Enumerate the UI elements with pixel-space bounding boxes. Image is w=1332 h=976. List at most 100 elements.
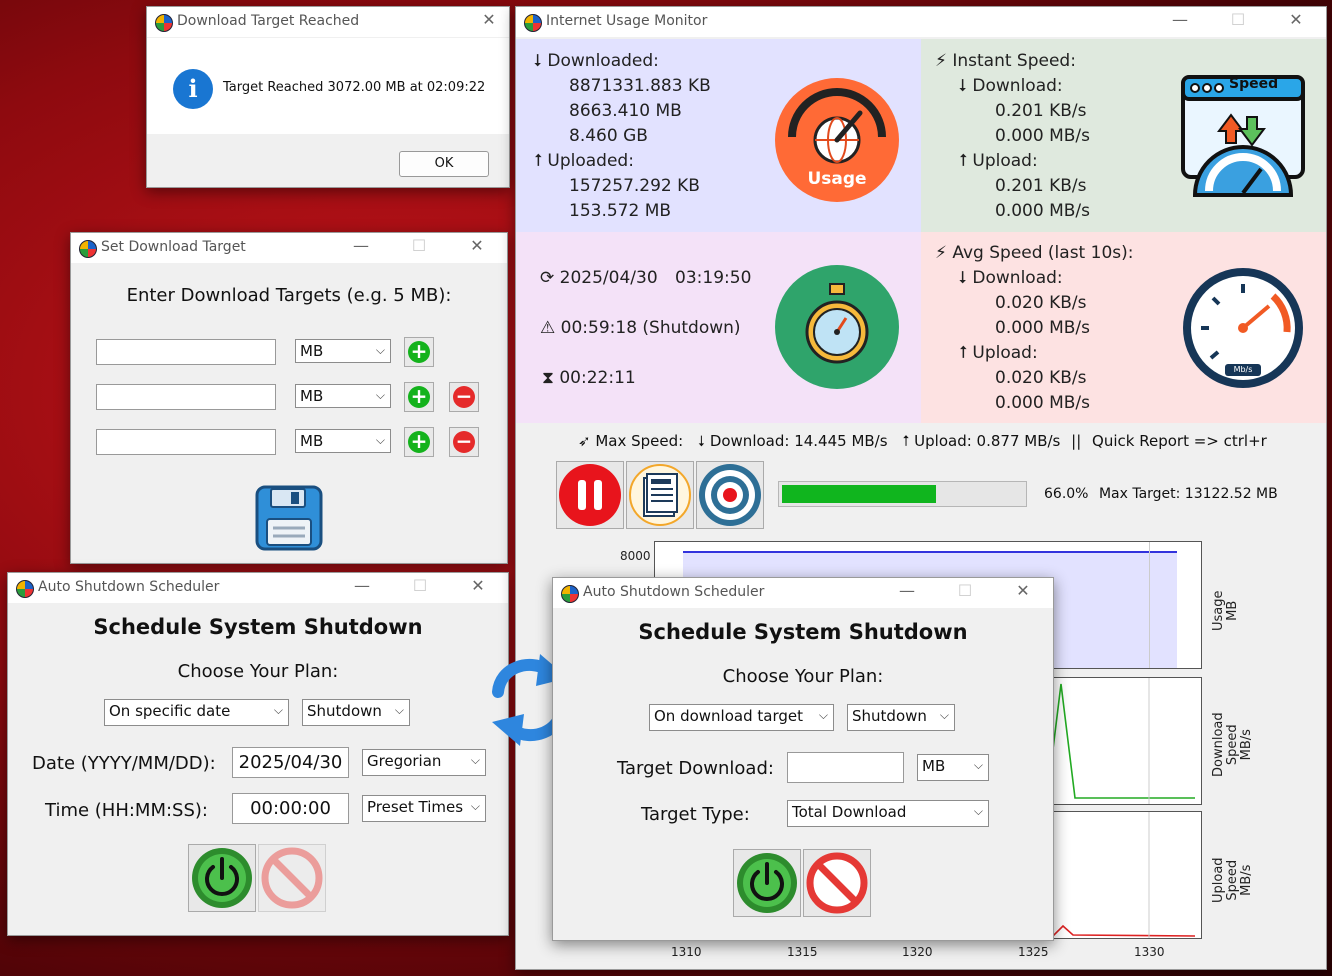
pause-button[interactable] — [556, 461, 624, 529]
plan-select[interactable]: On specific date ⌵ — [104, 699, 289, 726]
chevron-down-icon: ⌵ — [973, 758, 983, 772]
maximize-icon[interactable]: ☐ — [955, 581, 975, 600]
app-icon — [561, 585, 579, 603]
download-axis-line3: MB/s — [1239, 729, 1254, 761]
add-target-button-2[interactable]: + — [404, 382, 434, 412]
window-title: Auto Shutdown Scheduler — [583, 584, 765, 600]
minimize-icon[interactable]: — — [352, 576, 372, 595]
minus-icon: − — [453, 431, 475, 453]
instant-upload-kb: 0.201 KB/s — [995, 176, 1087, 196]
target-icon — [699, 464, 761, 526]
target-input-3[interactable] — [96, 429, 276, 455]
max-target: Max Target: 13122.52 MB — [1098, 486, 1278, 502]
calendar-select[interactable]: Gregorian ⌵ — [362, 749, 486, 776]
download-axis-label: Download Speed MB/s — [1211, 712, 1254, 777]
plan-select[interactable]: On download target ⌵ — [649, 704, 834, 731]
scheduler-window-right: Auto Shutdown Scheduler — ☐ ✕ Schedule S… — [552, 577, 1054, 941]
cancel-shutdown-button[interactable] — [803, 849, 871, 917]
start-shutdown-button[interactable] — [733, 849, 801, 917]
app-icon — [524, 14, 542, 32]
calendar-value: Gregorian — [367, 752, 442, 770]
close-icon[interactable]: ✕ — [479, 10, 499, 29]
plan-value: On download target — [654, 707, 803, 725]
add-target-button-1[interactable]: + — [404, 337, 434, 367]
upload-axis-label: Upload Speed MB/s — [1211, 857, 1254, 903]
x-tick: 1330 — [1134, 945, 1165, 959]
minimize-icon[interactable]: — — [897, 581, 917, 600]
avg-heading: ⚡ Avg Speed (last 10s): — [935, 243, 1133, 263]
minimize-icon[interactable]: — — [1170, 10, 1190, 29]
title-bar[interactable]: Internet Usage Monitor — ☐ ✕ — [516, 7, 1326, 37]
time-input[interactable]: 00:00:00 — [232, 793, 349, 824]
chevron-down-icon: ⌵ — [375, 343, 385, 357]
close-icon[interactable]: ✕ — [1013, 581, 1033, 600]
avg-upload-heading: ⭡ Upload: — [959, 343, 1038, 363]
shutdown-countdown: ⚠ 00:59:18 (Shutdown) — [540, 318, 741, 338]
action-select[interactable]: Shutdown ⌵ — [302, 699, 410, 726]
power-icon — [737, 853, 797, 913]
close-icon[interactable]: ✕ — [1286, 10, 1306, 29]
app-icon — [155, 14, 173, 32]
downloaded-label: Downloaded: — [547, 51, 659, 71]
target-type-select[interactable]: Total Download ⌵ — [787, 800, 989, 827]
set-target-window: Set Download Target — ☐ ✕ Enter Download… — [70, 232, 508, 564]
plan-label: Choose Your Plan: — [177, 661, 339, 682]
add-target-button-3[interactable]: + — [404, 427, 434, 457]
remove-target-button-3[interactable]: − — [449, 427, 479, 457]
window-title: Set Download Target — [101, 239, 246, 255]
save-button[interactable] — [255, 485, 323, 551]
current-time: 03:19:50 — [675, 268, 752, 288]
maximize-icon[interactable]: ☐ — [409, 236, 429, 255]
x-tick: 1310 — [671, 945, 702, 959]
start-shutdown-button[interactable] — [188, 844, 256, 912]
preset-select[interactable]: Preset Times ⌵ — [362, 795, 486, 822]
info-icon: i — [173, 69, 213, 109]
time-label: Time (HH:MM:SS): — [45, 800, 208, 821]
chevron-down-icon: ⌵ — [939, 708, 949, 722]
minimize-icon[interactable]: — — [351, 236, 371, 255]
instant-upload-mb: 0.000 MB/s — [995, 201, 1090, 221]
target-unit-select[interactable]: MB ⌵ — [917, 754, 989, 781]
date-input[interactable]: 2025/04/30 — [232, 747, 349, 778]
unit-select-2[interactable]: MB ⌵ — [295, 384, 391, 408]
unit-select-1[interactable]: MB ⌵ — [295, 339, 391, 363]
close-icon[interactable]: ✕ — [467, 236, 487, 255]
title-bar[interactable]: Auto Shutdown Scheduler — ☐ ✕ — [553, 578, 1053, 608]
ok-button[interactable]: OK — [399, 151, 489, 177]
plus-icon: + — [408, 341, 430, 363]
time-pane: ⟳ 2025/04/30 03:19:50 ⚠ 00:59:18 (Shutdo… — [516, 232, 921, 423]
scheduler-window-left: Auto Shutdown Scheduler — ☐ ✕ Schedule S… — [7, 572, 509, 936]
quick-report-hint: Quick Report => ctrl+r — [1092, 432, 1267, 450]
floppy-disk-icon — [255, 485, 323, 551]
target-heading: Enter Download Targets (e.g. 5 MB): — [126, 285, 452, 306]
close-icon[interactable]: ✕ — [468, 576, 488, 595]
up-arrow-icon: ⭡ — [959, 343, 973, 363]
usage-axis-label: Usage MB — [1211, 590, 1240, 631]
downloaded-kb: 8871331.883 KB — [569, 76, 711, 96]
report-button[interactable] — [626, 461, 694, 529]
downloaded-mb: 8663.410 MB — [569, 101, 682, 121]
unit-select-3[interactable]: MB ⌵ — [295, 429, 391, 453]
separator: || — [1071, 432, 1082, 450]
maximize-icon[interactable]: ☐ — [1228, 10, 1248, 29]
cancel-shutdown-button[interactable] — [258, 844, 326, 912]
type-value: Total Download — [792, 803, 907, 821]
usage-gridline — [1149, 542, 1150, 668]
title-bar[interactable]: Download Target Reached ✕ — [147, 7, 509, 37]
preset-value: Preset Times — [367, 798, 464, 816]
title-bar[interactable]: Set Download Target — ☐ ✕ — [71, 233, 507, 263]
minus-icon: − — [453, 386, 475, 408]
plus-icon: + — [408, 431, 430, 453]
remove-target-button-2[interactable]: − — [449, 382, 479, 412]
upload-label: Upload: — [972, 343, 1038, 363]
target-input-2[interactable] — [96, 384, 276, 410]
action-select[interactable]: Shutdown ⌵ — [847, 704, 955, 731]
maximize-icon[interactable]: ☐ — [410, 576, 430, 595]
title-bar[interactable]: Auto Shutdown Scheduler — ☐ ✕ — [8, 573, 508, 603]
gauge-unit-label: Mb/s — [1233, 365, 1253, 374]
stopwatch-icon — [774, 264, 900, 390]
target-download-input[interactable] — [787, 752, 904, 783]
target-input-1[interactable] — [96, 339, 276, 365]
usage-gauge-icon: Usage — [774, 77, 900, 203]
target-button[interactable] — [696, 461, 764, 529]
